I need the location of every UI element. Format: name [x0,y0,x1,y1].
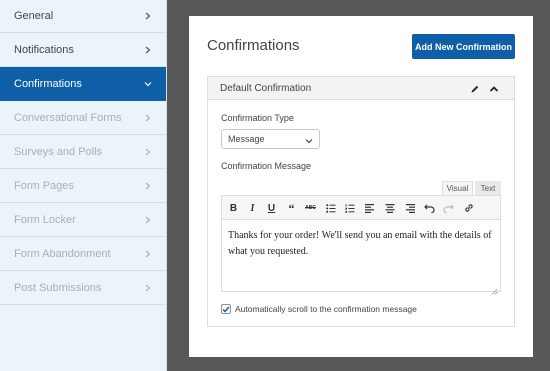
chevron-right-icon [144,148,152,156]
confirmation-message-editor[interactable]: B I U “ ABC Thanks for your order! We'll… [221,195,501,295]
chevron-right-icon [144,284,152,292]
italic-icon[interactable]: I [246,202,259,214]
chevron-right-icon [144,250,152,258]
confirmation-type-value: Message [228,134,265,144]
bold-icon[interactable]: B [227,202,240,214]
sidebar-item-general[interactable]: General [0,0,166,33]
numbered-list-icon[interactable] [343,202,356,214]
sidebar-item-label: General [14,10,54,22]
sidebar-item-label: Confirmations [14,77,82,90]
link-icon[interactable] [462,202,475,214]
sidebar-item-label: Form Locker [14,213,76,226]
confirmation-message-label: Confirmation Message [221,161,312,171]
align-center-icon[interactable] [383,202,396,214]
sidebar-item-form-pages[interactable]: Form Pages [0,169,166,203]
redo-icon[interactable] [442,202,455,214]
sidebar-item-label: Notifications [14,43,74,56]
sidebar-item-label: Conversational Forms [14,111,122,124]
sidebar-item-post-submissions[interactable]: Post Submissions [0,271,166,305]
confirmation-box-title: Default Confirmation [220,82,312,94]
strikethrough-icon[interactable]: ABC [304,202,317,214]
chevron-up-icon[interactable] [488,83,499,94]
undo-icon[interactable] [423,202,436,214]
sidebar-item-label: Surveys and Polls [14,145,103,158]
pencil-icon[interactable] [469,83,480,94]
chevron-right-icon [144,12,152,20]
sidebar-item-label: Post Submissions [14,281,102,294]
sidebar-item-form-locker[interactable]: Form Locker [0,203,166,237]
tab-text[interactable]: Text [475,181,501,195]
sidebar-item-label: Form Abandonment [14,247,111,260]
checkmark-icon [222,306,230,313]
chevron-down-icon [144,80,152,88]
bullet-list-icon[interactable] [324,202,337,214]
confirmation-type-select[interactable]: Message [221,129,320,149]
sidebar-item-notifications[interactable]: Notifications [0,33,166,67]
confirmation-box-header[interactable]: Default Confirmation [208,77,514,100]
blockquote-icon[interactable]: “ [285,201,298,215]
add-new-confirmation-button[interactable]: Add New Confirmation [412,34,515,59]
confirmation-type-label: Confirmation Type [221,113,294,123]
underline-icon[interactable]: U [265,202,278,214]
sidebar-item-label: Form Pages [14,179,74,192]
sidebar-item-form-abandonment[interactable]: Form Abandonment [0,237,166,271]
sidebar-item-confirmations[interactable]: Confirmations [0,67,166,101]
auto-scroll-checkbox[interactable] [221,304,231,314]
align-left-icon[interactable] [363,202,376,214]
align-right-icon[interactable] [403,202,416,214]
editor-content[interactable]: Thanks for your order! We'll send you an… [222,220,500,268]
chevron-right-icon [144,114,152,122]
chevron-right-icon [144,216,152,224]
resize-handle-icon[interactable] [491,282,498,295]
sidebar-item-surveys-and-polls[interactable]: Surveys and Polls [0,135,166,169]
chevron-down-icon [305,136,313,146]
tab-visual[interactable]: Visual [442,181,473,195]
chevron-right-icon [144,46,152,54]
auto-scroll-label[interactable]: Automatically scroll to the confirmation… [235,304,417,315]
settings-sidebar: General Notifications Confirmations Conv… [0,0,167,371]
chevron-right-icon [144,182,152,190]
sidebar-item-conversational-forms[interactable]: Conversational Forms [0,101,166,135]
editor-toolbar: B I U “ ABC [222,196,500,220]
page-title: Confirmations [207,37,300,54]
